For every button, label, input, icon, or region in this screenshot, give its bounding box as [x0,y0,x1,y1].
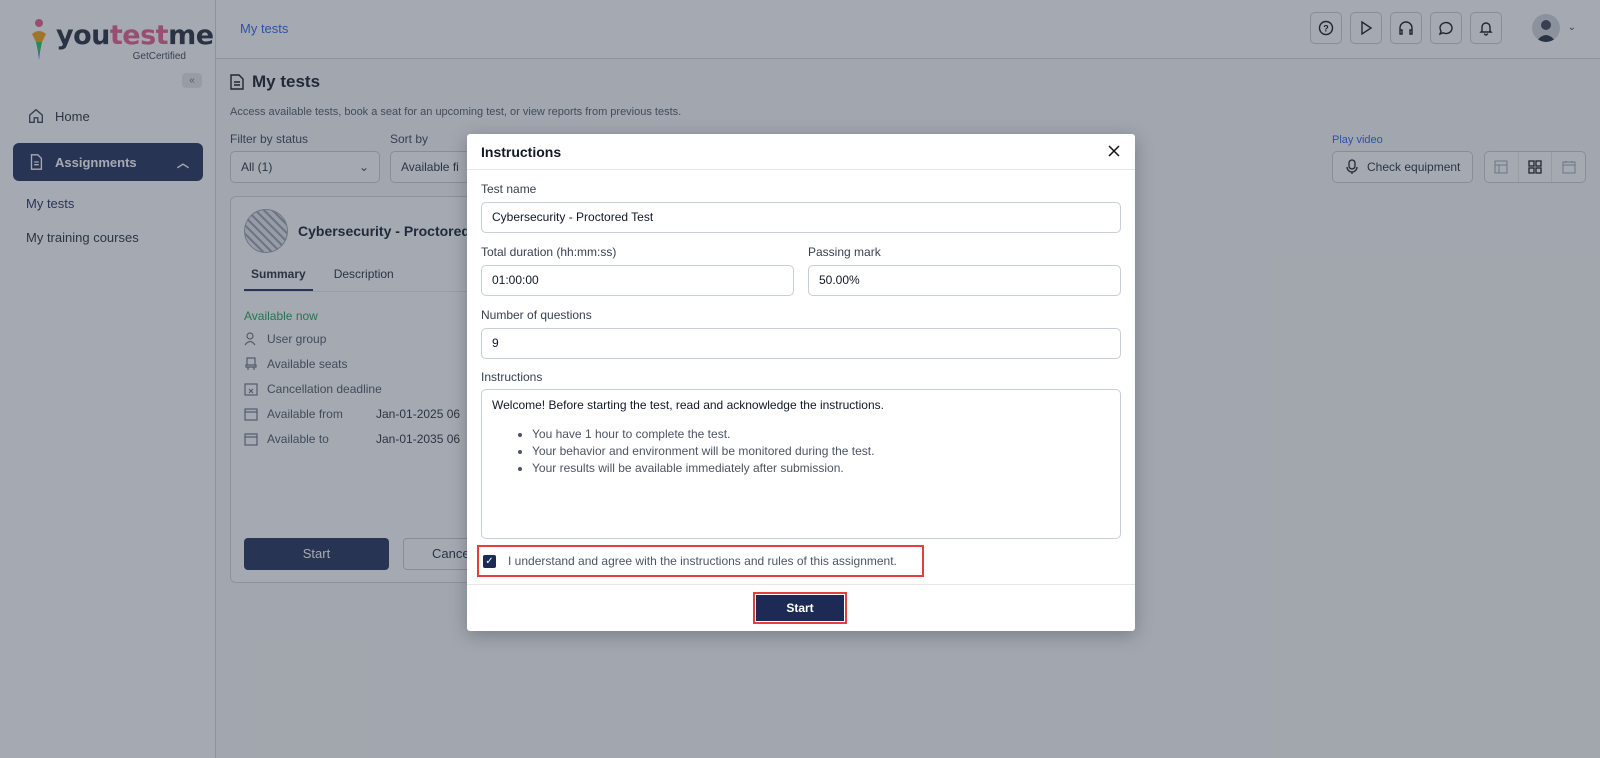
close-icon[interactable] [1105,142,1123,160]
questions-field[interactable]: 9 [481,328,1121,359]
list-item: Your results will be available immediate… [532,460,1110,477]
duration-field[interactable]: 01:00:00 [481,265,794,296]
questions-label: Number of questions [481,308,592,322]
agree-checkbox-row[interactable]: ✓ I understand and agree with the instru… [477,545,924,577]
dialog-footer-divider [467,584,1135,585]
start-button[interactable]: Start [756,595,844,621]
instructions-dialog: Instructions Test name Cybersecurity - P… [467,134,1135,631]
list-item: Your behavior and environment will be mo… [532,443,1110,460]
test-name-field[interactable]: Cybersecurity - Proctored Test [481,202,1121,233]
agree-label: I understand and agree with the instruct… [508,554,897,568]
list-item: You have 1 hour to complete the test. [532,426,1110,443]
passing-mark-field[interactable]: 50.00% [808,265,1121,296]
instructions-list: You have 1 hour to complete the test. Yo… [492,426,1110,477]
start-button-highlight: Start [753,592,847,624]
agree-checkbox[interactable]: ✓ [483,554,496,568]
instructions-intro: Welcome! Before starting the test, read … [492,398,884,412]
instructions-label: Instructions [481,370,543,384]
duration-label: Total duration (hh:mm:ss) [481,245,617,259]
dialog-header: Instructions [467,134,1135,170]
dialog-title: Instructions [481,144,562,160]
instructions-textarea[interactable]: Welcome! Before starting the test, read … [481,389,1121,539]
test-name-label: Test name [481,182,537,196]
passing-mark-label: Passing mark [808,245,881,259]
